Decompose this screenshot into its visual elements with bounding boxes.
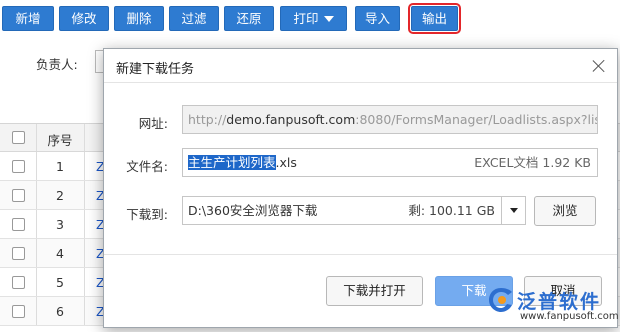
row-checkbox[interactable]: [12, 276, 25, 289]
dialog-divider: [104, 254, 617, 255]
row-seq: 4: [56, 246, 64, 261]
filename-extension: .xls: [275, 155, 297, 170]
row-seq: 3: [56, 217, 64, 232]
caret-down-icon: [323, 15, 334, 22]
seq-column-header: 序号: [47, 133, 73, 148]
column-divider: [84, 297, 85, 325]
row-seq: 6: [56, 304, 64, 319]
row-seq: 2: [56, 188, 64, 203]
delete-button[interactable]: 删除: [114, 6, 164, 31]
filename-label: 文件名:: [126, 159, 168, 174]
select-all-checkbox[interactable]: [12, 131, 25, 144]
filename-input[interactable]: 主生产计划列表.xls EXCEL文档 1.92 KB: [182, 148, 598, 177]
column-divider: [84, 181, 85, 209]
dialog-divider: [104, 82, 617, 83]
column-divider: [84, 210, 85, 238]
print-button[interactable]: 打印: [280, 6, 347, 31]
file-size: 1.92 KB: [542, 155, 591, 170]
file-info: EXCEL文档 1.92 KB: [474, 149, 591, 176]
column-divider: [36, 181, 37, 209]
free-space: 剩: 100.11 GB: [408, 197, 495, 224]
row-checkbox[interactable]: [12, 189, 25, 202]
export-button[interactable]: 输出: [408, 3, 461, 34]
brand-url: www.fanpusoft.com: [520, 311, 619, 322]
row-checkbox[interactable]: [12, 218, 25, 231]
row-seq: 1: [56, 159, 64, 174]
chevron-down-icon[interactable]: [501, 197, 525, 224]
column-divider: [36, 268, 37, 296]
add-button[interactable]: 新增: [2, 6, 54, 31]
url-scheme: http://: [188, 112, 227, 127]
row-checkbox[interactable]: [12, 160, 25, 173]
url-field: http://demo.fanpusoft.com:8080/FormsMana…: [182, 105, 598, 134]
column-divider: [84, 268, 85, 296]
print-button-label: 打印: [293, 11, 319, 26]
column-divider: [84, 239, 85, 267]
watermark: 泛普软件 www.fanpusoft.com: [487, 284, 619, 328]
file-type: EXCEL文档: [474, 155, 539, 170]
download-to-label: 下载到:: [126, 207, 168, 222]
filename-selected-text: 主生产计划列表: [188, 155, 276, 170]
edit-button[interactable]: 修改: [59, 6, 109, 31]
column-divider: [36, 152, 37, 180]
url-host: demo.fanpusoft.com: [226, 112, 356, 127]
url-label: 网址:: [138, 116, 168, 131]
url-path: :8080/FormsManager/Loadlists.aspx?listid…: [355, 112, 597, 127]
row-checkbox[interactable]: [12, 247, 25, 260]
column-divider: [36, 239, 37, 267]
owner-label: 负责人:: [36, 57, 78, 72]
download-path: D:\360安全浏览器下载: [188, 203, 318, 218]
brand-logo-icon: [489, 288, 512, 312]
restore-button[interactable]: 还原: [224, 6, 274, 31]
column-divider: [84, 152, 85, 180]
column-divider: [36, 297, 37, 325]
toolbar: 新增 修改 删除 过滤 还原 打印 导入 输出: [0, 0, 620, 38]
close-icon[interactable]: [591, 58, 607, 74]
free-space-value: 100.11 GB: [429, 203, 495, 218]
column-divider: [36, 124, 37, 151]
import-button[interactable]: 导入: [355, 6, 400, 31]
filter-button[interactable]: 过滤: [169, 6, 219, 31]
dialog-title: 新建下载任务: [116, 62, 195, 77]
brand-name: 泛普软件: [517, 291, 602, 313]
download-path-select[interactable]: D:\360安全浏览器下载 剩: 100.11 GB: [182, 196, 526, 225]
row-checkbox[interactable]: [12, 305, 25, 318]
column-divider: [84, 124, 85, 151]
download-and-open-button[interactable]: 下载并打开: [326, 276, 423, 306]
browse-button[interactable]: 浏览: [534, 196, 596, 226]
free-space-label: 剩:: [408, 203, 426, 218]
column-divider: [36, 210, 37, 238]
row-seq: 5: [56, 275, 64, 290]
